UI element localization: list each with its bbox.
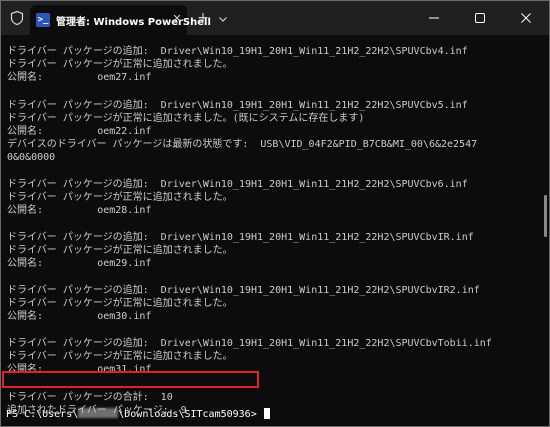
output-line: 公開名: oem31.inf [7,364,152,375]
shield-icon [9,10,25,26]
close-icon [521,13,531,23]
scrollbar-thumb[interactable] [544,195,547,237]
close-window-button[interactable] [503,1,549,35]
output-line: ドライバー パッケージの追加: Driver\Win10_19H1_20H1_W… [7,232,474,243]
title-bar[interactable]: >_ 管理者: Windows PowerShell ✕ + [1,1,549,35]
text-cursor [263,408,270,419]
minimize-icon [429,17,439,19]
maximize-button[interactable] [457,1,503,35]
output-line: ドライバー パッケージの追加: Driver\Win10_19H1_20H1_W… [7,100,468,111]
output-line: 公開名: oem29.inf [7,258,152,269]
output-line: ドライバー パッケージが正常に追加されました。 [7,245,233,256]
output-line: 公開名: oem28.inf [7,205,152,216]
new-tab-icon[interactable]: + [196,11,210,25]
output-line: 公開名: oem30.inf [7,311,152,322]
output-line: ドライバー パッケージが正常に追加されました。 [7,59,233,70]
maximize-icon [475,13,485,23]
output-line: 0&0&0000 [7,152,56,163]
close-tab-icon[interactable]: ✕ [170,12,184,26]
terminal-window: >_ 管理者: Windows PowerShell ✕ + PS C:\Use… [0,0,550,427]
output-line: ドライバー パッケージが正常に追加されました。 [7,351,233,362]
tab-title: 管理者: Windows PowerShell [56,17,211,28]
powershell-icon: >_ [36,13,50,27]
output-line: ドライバー パッケージが正常に追加されました。 [7,192,233,203]
terminal-output[interactable]: PS C:\Users\ \Downloads\SITcam50936> ドライバ… [1,35,549,426]
tab-powershell[interactable]: >_ 管理者: Windows PowerShell ✕ [30,5,211,35]
output-line: デバイスのドライバー パッケージは最新の状態です: USB\VID_04F2&P… [7,139,478,150]
output-line: ドライバー パッケージの合計: 10 [7,392,173,403]
chevron-down-icon[interactable] [216,11,230,25]
output-line: 公開名: oem27.inf [7,72,152,83]
output-line: 公開名: oem22.inf [7,126,152,137]
output-line: ドライバー パッケージの追加: Driver\Win10_19H1_20H1_W… [7,46,468,57]
output-line: ドライバー パッケージの追加: Driver\Win10_19H1_20H1_W… [7,285,480,296]
minimize-button[interactable] [411,1,457,35]
output-line: ドライバー パッケージが正常に追加されました。 [7,298,233,309]
output-line: ドライバー パッケージの追加: Driver\Win10_19H1_20H1_W… [7,338,492,349]
output-line: 追加されたドライバー パッケージ: 9 [7,405,187,416]
output-line: ドライバー パッケージの追加: Driver\Win10_19H1_20H1_W… [7,179,468,190]
output-line: ドライバー パッケージが正常に追加されました。(既にシステムに存在します) [7,113,365,124]
